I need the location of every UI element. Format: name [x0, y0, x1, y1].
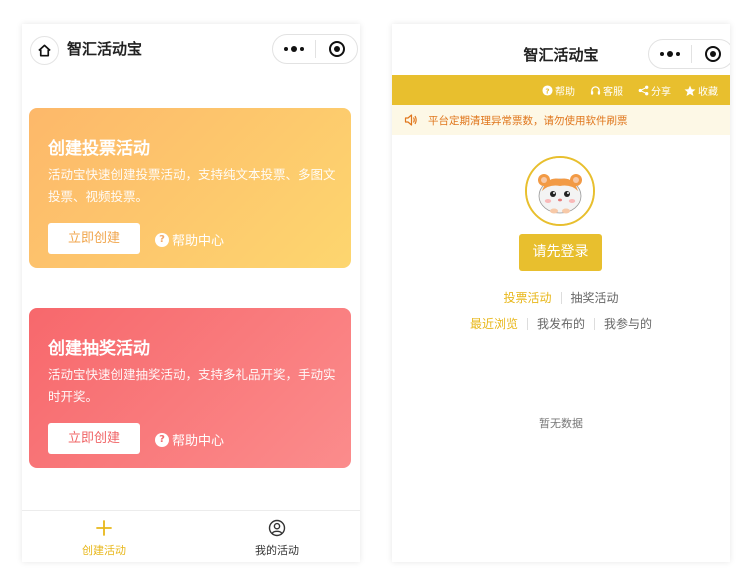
user-icon: [268, 519, 286, 537]
activity-filter-tabs: 最近浏览 我发布的 我参与的: [392, 315, 730, 332]
plus-icon: [96, 520, 112, 536]
vote-card: 创建投票活动 活动宝快速创建投票活动，支持纯文本投票、多图文投票、视频投票。 立…: [29, 108, 351, 268]
question-icon: ?: [155, 432, 169, 447]
help-label: 帮助: [555, 87, 575, 98]
tab-participated[interactable]: 我参与的: [604, 315, 652, 332]
tab-divider: [594, 317, 595, 330]
capsule-menu: [648, 39, 730, 69]
share-icon: [638, 85, 649, 96]
activity-type-tabs: 投票活动 抽奖活动: [392, 289, 730, 306]
tab-lottery-activity[interactable]: 抽奖活动: [571, 289, 619, 306]
vote-help-link[interactable]: ? 帮助中心: [155, 230, 224, 249]
speaker-icon: [404, 114, 417, 126]
nav-bar: 智汇活动宝: [392, 24, 730, 74]
home-icon: [38, 44, 51, 57]
close-icon[interactable]: [692, 46, 730, 62]
tab-published[interactable]: 我发布的: [537, 315, 585, 332]
lottery-create-button[interactable]: 立即创建: [48, 423, 140, 454]
vote-card-title: 创建投票活动: [48, 139, 150, 159]
vote-help-label: 帮助中心: [172, 234, 225, 249]
star-icon: [684, 85, 696, 96]
tab-bar: 创建活动 我的活动: [22, 510, 360, 562]
service-button[interactable]: 客服: [590, 83, 623, 98]
create-screen: 智汇活动宝 创建投票活动 活动宝快速创建投票活动，支持纯文本投票、多图文投票、视…: [22, 24, 360, 562]
tab-divider: [526, 317, 528, 330]
avatar[interactable]: [525, 156, 595, 226]
question-icon: ?: [542, 85, 553, 96]
notice-bar: 平台定期清理异常票数，请勿使用软件刷票: [392, 105, 730, 135]
lottery-card-description: 活动宝快速创建抽奖活动，支持多礼品开奖，手动实时开奖。: [48, 367, 336, 404]
lottery-help-label: 帮助中心: [172, 434, 225, 449]
tab-divider: [560, 291, 562, 304]
toolbar: ? 帮助 客服 分享 收藏: [392, 75, 730, 105]
login-button[interactable]: 请先登录: [519, 234, 602, 271]
profile-screen: 智汇活动宝 ? 帮助 客服 分享 收藏 平台定期清理异常票数，请勿使用软件刷票 …: [392, 24, 730, 562]
notice-text: 平台定期清理异常票数，请勿使用软件刷票: [428, 115, 628, 127]
hamster-avatar: [527, 158, 593, 224]
page-title: 智汇活动宝: [67, 40, 143, 58]
share-button[interactable]: 分享: [638, 83, 671, 98]
tab-create-activity[interactable]: 创建活动: [44, 517, 164, 558]
headset-icon: [590, 86, 601, 95]
capsule-menu: [272, 34, 358, 64]
lottery-help-link[interactable]: ? 帮助中心: [155, 430, 224, 449]
tab-vote-activity[interactable]: 投票活动: [503, 289, 551, 306]
help-button[interactable]: ? 帮助: [542, 83, 575, 98]
empty-state: 暂无数据: [539, 417, 583, 430]
vote-card-description: 活动宝快速创建投票活动，支持纯文本投票、多图文投票、视频投票。: [48, 167, 336, 204]
lottery-card: 创建抽奖活动 活动宝快速创建抽奖活动，支持多礼品开奖，手动实时开奖。 立即创建 …: [29, 308, 351, 468]
favorite-button[interactable]: 收藏: [684, 83, 718, 98]
lottery-card-title: 创建抽奖活动: [48, 339, 150, 359]
favorite-label: 收藏: [698, 87, 718, 98]
question-icon: ?: [155, 232, 169, 247]
tab-recent[interactable]: 最近浏览: [470, 315, 518, 332]
tab-create-label: 创建活动: [82, 544, 126, 557]
service-label: 客服: [603, 87, 623, 98]
svg-text:?: ?: [545, 86, 549, 95]
more-icon[interactable]: [273, 35, 315, 63]
tab-my-activity[interactable]: 我的活动: [217, 517, 337, 558]
home-button[interactable]: [30, 36, 59, 65]
share-label: 分享: [651, 87, 671, 98]
nav-bar: 智汇活动宝: [22, 24, 360, 74]
vote-create-button[interactable]: 立即创建: [48, 223, 140, 254]
more-icon[interactable]: [649, 40, 691, 68]
close-icon[interactable]: [316, 41, 357, 57]
tab-mine-label: 我的活动: [255, 544, 299, 557]
